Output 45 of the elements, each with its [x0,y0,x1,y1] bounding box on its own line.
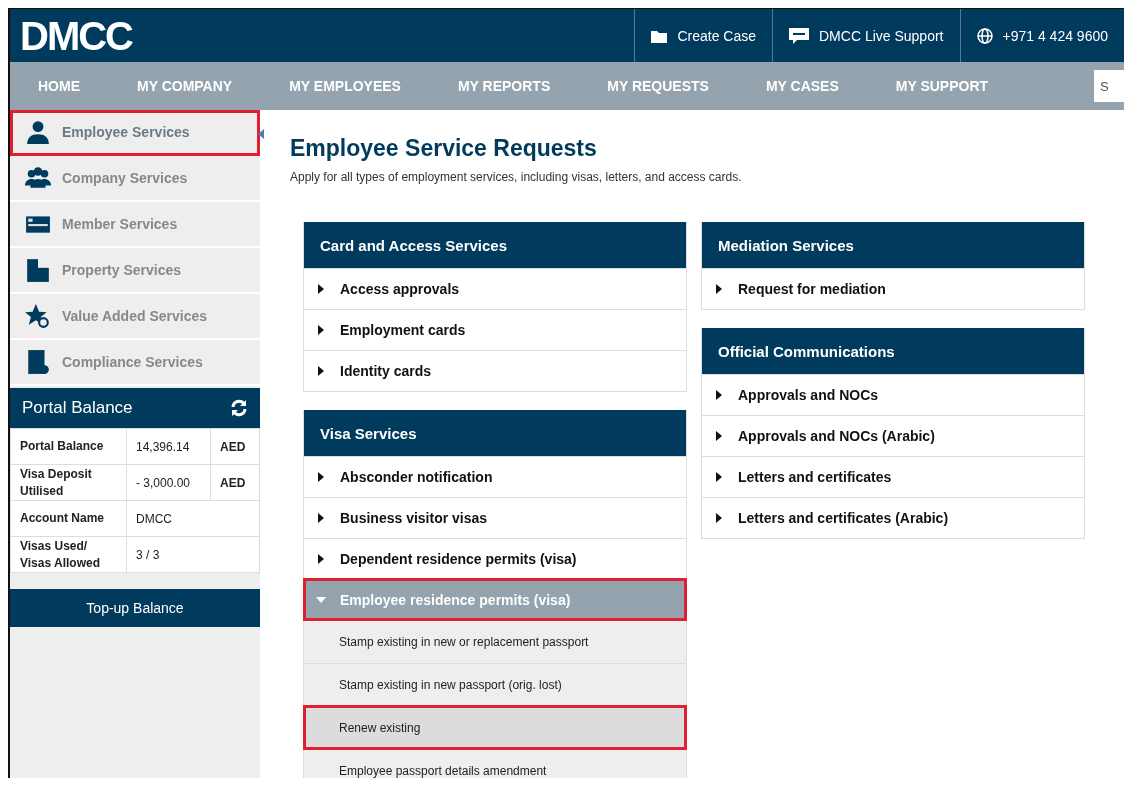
folder-icon [651,28,668,43]
search-field[interactable]: S [1094,70,1124,102]
service-row[interactable]: Dependent residence permits (visa) [304,538,686,579]
group-icon [24,165,52,191]
card-title: Card and Access Services [304,222,686,268]
panel-title: Portal Balance [22,398,133,418]
caret-right-icon [316,513,326,523]
caret-right-icon [714,390,724,400]
sub-service-link[interactable]: Renew existing [304,706,686,749]
caret-right-icon [316,325,326,335]
table-cell: - 3,000.00 [126,464,211,501]
table-cell: Account Name [10,500,127,537]
table-cell: DMCC [126,500,260,537]
star-icon [24,303,52,329]
card-title: Mediation Services [702,222,1084,268]
table-cell: AED [210,464,260,501]
table-cell: 14,396.14 [126,428,211,465]
caret-right-icon [714,472,724,482]
top-up-button[interactable]: Top-up Balance [10,589,260,627]
table-cell: AED [210,428,260,465]
table-cell: 3 / 3 [126,536,260,573]
card-title: Visa Services [304,410,686,456]
caret-right-icon [714,513,724,523]
sub-service-link[interactable]: Employee passport details amendment [304,749,686,778]
logo[interactable]: DMCC [10,9,635,62]
sub-service-link[interactable]: Stamp existing in new or replacement passport [304,620,686,663]
page-subtitle: Apply for all types of employment services, including visas, letters, and access cards. [290,170,743,184]
caret-right-icon [316,554,326,564]
page-title: Employee Service Requests [290,135,598,162]
caret-right-icon [316,366,326,376]
caret-right-icon [316,472,326,482]
refresh-icon[interactable] [230,399,248,417]
sub-service-link[interactable]: Stamp existing in new passport (orig. lost) [304,663,686,706]
table-cell: Visas Used/ Visas Allowed [10,536,127,573]
card-title: Official Communications [702,328,1084,374]
table-cell: Portal Balance [10,428,127,465]
chat-icon [789,27,809,44]
caret-down-icon [316,595,326,605]
person-icon [24,119,52,145]
caret-right-icon [714,431,724,441]
globe-icon [976,27,993,44]
pointer-icon [258,129,264,139]
caret-right-icon [316,284,326,294]
table-cell: Visa Deposit Utilised [10,464,127,501]
caret-right-icon [714,284,724,294]
